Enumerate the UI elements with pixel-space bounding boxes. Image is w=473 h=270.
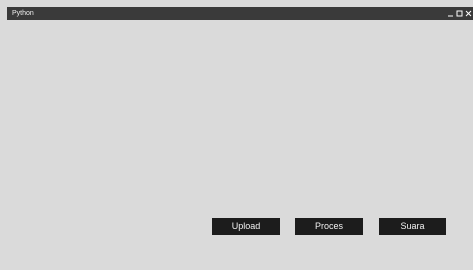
window-controls bbox=[446, 7, 473, 20]
close-icon bbox=[465, 10, 472, 17]
window-content: Upload Proces Suara bbox=[7, 20, 473, 270]
proces-button[interactable]: Proces bbox=[295, 218, 363, 235]
minimize-button[interactable] bbox=[446, 7, 455, 20]
upload-button[interactable]: Upload bbox=[212, 218, 280, 235]
maximize-button[interactable] bbox=[455, 7, 464, 20]
app-window: Python Upload Proces Suara bbox=[0, 0, 473, 270]
close-button[interactable] bbox=[464, 7, 473, 20]
title-bar[interactable]: Python bbox=[7, 7, 473, 20]
suara-button[interactable]: Suara bbox=[379, 218, 446, 235]
minimize-icon bbox=[448, 15, 453, 17]
window-title: Python bbox=[12, 10, 34, 17]
maximize-icon bbox=[456, 10, 463, 17]
